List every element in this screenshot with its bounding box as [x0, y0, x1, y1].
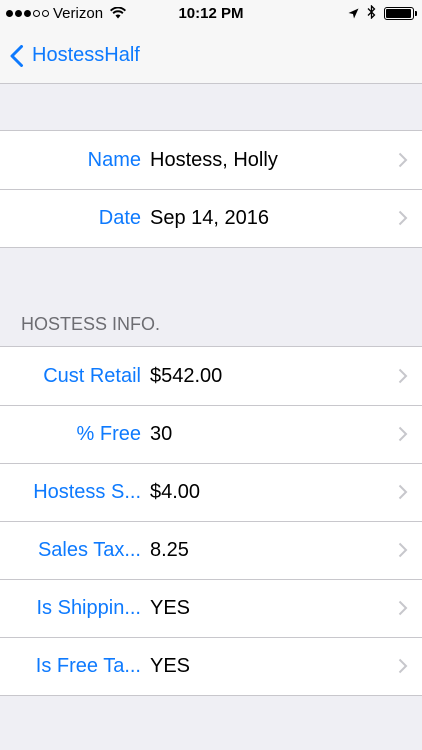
row-is-free-tax[interactable]: Is Free Ta... YES: [0, 637, 422, 695]
location-arrow-icon: [348, 6, 359, 22]
row-cust-retail[interactable]: Cust Retail $542.00: [0, 347, 422, 405]
battery-icon: [384, 7, 417, 20]
hostess-info-group: Cust Retail $542.00 % Free 30 Hostess S.…: [0, 346, 422, 696]
chevron-right-icon: [398, 426, 408, 442]
row-sales-tax[interactable]: Sales Tax... 8.25: [0, 521, 422, 579]
row-label: Is Free Ta...: [35, 654, 141, 677]
row-label: % Free: [76, 422, 141, 445]
chevron-right-icon: [398, 210, 408, 226]
row-hostess-shipping[interactable]: Hostess S... $4.00: [0, 463, 422, 521]
navigation-bar: HostessHalf: [0, 28, 422, 84]
status-bar: Verizon 10:12 PM: [0, 0, 422, 28]
chevron-right-icon: [398, 600, 408, 616]
row-label: Hostess S...: [33, 480, 141, 503]
row-label: Date: [98, 206, 141, 229]
row-value: Sep 14, 2016: [150, 206, 269, 229]
row-label: Sales Tax...: [37, 538, 141, 561]
status-right: [348, 4, 417, 22]
row-value: Hostess, Holly: [150, 148, 278, 171]
chevron-right-icon: [398, 152, 408, 168]
row-is-shipping[interactable]: Is Shippin... YES: [0, 579, 422, 637]
row-value: YES: [150, 596, 191, 619]
row-value: 8.25: [150, 538, 189, 561]
row-label: Cust Retail: [43, 364, 141, 387]
row-value: $542.00: [150, 364, 223, 387]
row-value: 30: [150, 422, 173, 445]
chevron-right-icon: [398, 484, 408, 500]
row-value: YES: [150, 654, 191, 677]
back-chevron-icon: [10, 44, 23, 67]
row-value: $4.00: [150, 480, 201, 503]
row-label: Is Shippin...: [36, 596, 141, 619]
chevron-right-icon: [398, 368, 408, 384]
section-header: HOSTESS INFO.: [21, 313, 161, 334]
header-group: Name Hostess, Holly Date Sep 14, 2016: [0, 130, 422, 248]
row-percent-free[interactable]: % Free 30: [0, 405, 422, 463]
row-name[interactable]: Name Hostess, Holly: [0, 131, 422, 189]
back-button[interactable]: HostessHalf: [10, 44, 140, 67]
row-date[interactable]: Date Sep 14, 2016: [0, 189, 422, 247]
top-spacer: [0, 84, 422, 130]
chevron-right-icon: [398, 542, 408, 558]
back-button-label: HostessHalf: [32, 44, 140, 66]
bluetooth-icon: [367, 4, 376, 22]
row-label: Name: [87, 148, 141, 171]
chevron-right-icon: [398, 658, 408, 674]
